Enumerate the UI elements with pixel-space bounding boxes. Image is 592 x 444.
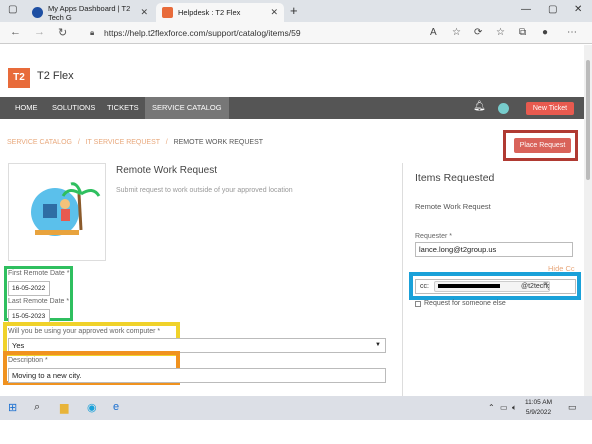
t2-icon (162, 7, 173, 18)
computer-label: Will you be using your approved work com… (8, 328, 161, 335)
forward-icon[interactable]: → (34, 26, 45, 38)
someone-else-checkbox[interactable] (415, 300, 421, 307)
star-icon[interactable]: ☆ (496, 27, 505, 38)
file-explorer-icon[interactable]: ▆ (60, 401, 68, 414)
t2-logo[interactable]: T2 (8, 68, 30, 88)
clock-date: 5/9/2022 (525, 409, 552, 416)
search-icon[interactable]: ⌕ (34, 401, 40, 414)
lock-icon: 🔒︎ (90, 28, 95, 37)
scrollbar-thumb[interactable] (586, 60, 590, 180)
chevron-down-icon: ▼ (375, 342, 381, 348)
nav-service-catalog[interactable]: SERVICE CATALOG (145, 97, 229, 119)
remote-work-illustration (31, 182, 101, 236)
chip-close-icon[interactable]: × (544, 281, 548, 288)
breadcrumb-separator: / (165, 139, 168, 146)
last-date-label: Last Remote Date * (8, 298, 70, 305)
read-aloud-icon[interactable]: A (430, 27, 437, 38)
favorite-icon[interactable]: ☆ (452, 27, 461, 38)
network-icon[interactable]: ▭ (500, 403, 508, 412)
avatar[interactable] (498, 103, 509, 114)
tab-helpdesk[interactable]: Helpdesk : T2 Flex ✕ (156, 3, 284, 22)
edge-icon[interactable]: ◉ (87, 401, 97, 414)
description-label: Description * (8, 357, 48, 364)
browser-tab-strip: ▢ My Apps Dashboard | T2 Tech G ✕ Helpde… (0, 0, 592, 22)
back-icon[interactable]: ← (10, 26, 21, 38)
taskbar: ⊞ ⌕ ▆ ◉ e ⌃ ▭ 🔈︎ ▭ (0, 396, 592, 420)
collections-icon[interactable]: ⧉ (519, 27, 526, 38)
item-title: Remote Work Request (116, 165, 217, 176)
app-header (0, 45, 592, 97)
volume-icon[interactable]: 🔈︎ (512, 403, 517, 413)
nav-solutions[interactable]: SOLUTIONS (52, 97, 95, 119)
bell-icon[interactable]: 🔔︎ (473, 101, 486, 112)
okta-icon (32, 7, 43, 18)
windows-start-icon[interactable]: ⊞ (8, 401, 17, 414)
tab-my-apps[interactable]: My Apps Dashboard | T2 Tech G ✕ (26, 3, 154, 22)
url-field[interactable]: 🔒︎ https://help.t2flexforce.com/support/… (86, 25, 419, 41)
place-request-button[interactable]: Place Request (514, 138, 571, 153)
someone-else-label: Request for someone else (424, 300, 506, 307)
tray-chevron-icon[interactable]: ⌃ (488, 403, 495, 412)
url-text: https://help.t2flexforce.com/support/cat… (104, 28, 301, 38)
someone-else-row[interactable]: Request for someone else (415, 300, 506, 307)
breadcrumb-it-service-request[interactable]: IT SERVICE REQUEST (86, 139, 160, 146)
tab-label: My Apps Dashboard | T2 Tech G (48, 3, 131, 22)
tab-label: Helpdesk : T2 Flex (178, 8, 241, 17)
profile-icon[interactable]: ● (542, 27, 548, 38)
maximize-icon[interactable]: ▢ (548, 4, 557, 15)
nav-tickets[interactable]: TICKETS (107, 97, 139, 119)
ie-icon[interactable]: e (113, 401, 119, 413)
refresh-icon[interactable]: ↻ (58, 26, 67, 39)
panel-divider (402, 163, 403, 398)
clock-time: 11:05 AM (525, 399, 552, 406)
requester-input[interactable]: lance.long@t2group.us (415, 242, 573, 257)
window-close-icon[interactable]: ✕ (574, 4, 582, 15)
new-ticket-button[interactable]: New Ticket (526, 102, 574, 115)
items-requested-heading: Items Requested (415, 172, 495, 184)
breadcrumb: SERVICE CATALOG / IT SERVICE REQUEST / R… (7, 139, 263, 146)
breadcrumb-separator: / (77, 139, 80, 146)
first-date-input[interactable]: 16-05-2022 (8, 281, 50, 296)
notification-icon[interactable]: ▭ (568, 402, 577, 413)
redaction-bar (438, 284, 500, 288)
item-image (8, 163, 106, 261)
close-icon[interactable]: ✕ (270, 7, 278, 18)
main-nav: HOME SOLUTIONS TICKETS SERVICE CATALOG 🔔… (0, 97, 584, 119)
more-icon[interactable]: ⋯ (567, 27, 577, 38)
new-tab-icon[interactable]: + (290, 3, 298, 18)
tab-actions-icon[interactable]: ▢ (8, 4, 17, 15)
breadcrumb-current: REMOTE WORK REQUEST (173, 139, 264, 146)
address-bar: ← → ↻ 🔒︎ https://help.t2flexforce.com/su… (0, 22, 592, 44)
requested-item: Remote Work Request (415, 202, 491, 211)
item-subtitle: Submit request to work outside of your a… (116, 187, 293, 194)
page-bottom-margin (0, 420, 592, 444)
description-input[interactable]: Moving to a new city. (8, 368, 386, 383)
clock[interactable]: 11:05 AM 5/9/2022 (525, 398, 552, 418)
brand-name: T2 Flex (37, 70, 74, 82)
requester-label: Requester * (415, 233, 452, 240)
computer-select-value: Yes (12, 341, 25, 350)
breadcrumb-service-catalog[interactable]: SERVICE CATALOG (7, 139, 72, 146)
extensions-icon[interactable]: ⟳ (474, 27, 482, 38)
nav-home[interactable]: HOME (15, 97, 38, 119)
first-date-label: First Remote Date * (8, 270, 70, 277)
minimize-icon[interactable]: — (521, 4, 531, 15)
close-icon[interactable]: ✕ (140, 7, 148, 18)
